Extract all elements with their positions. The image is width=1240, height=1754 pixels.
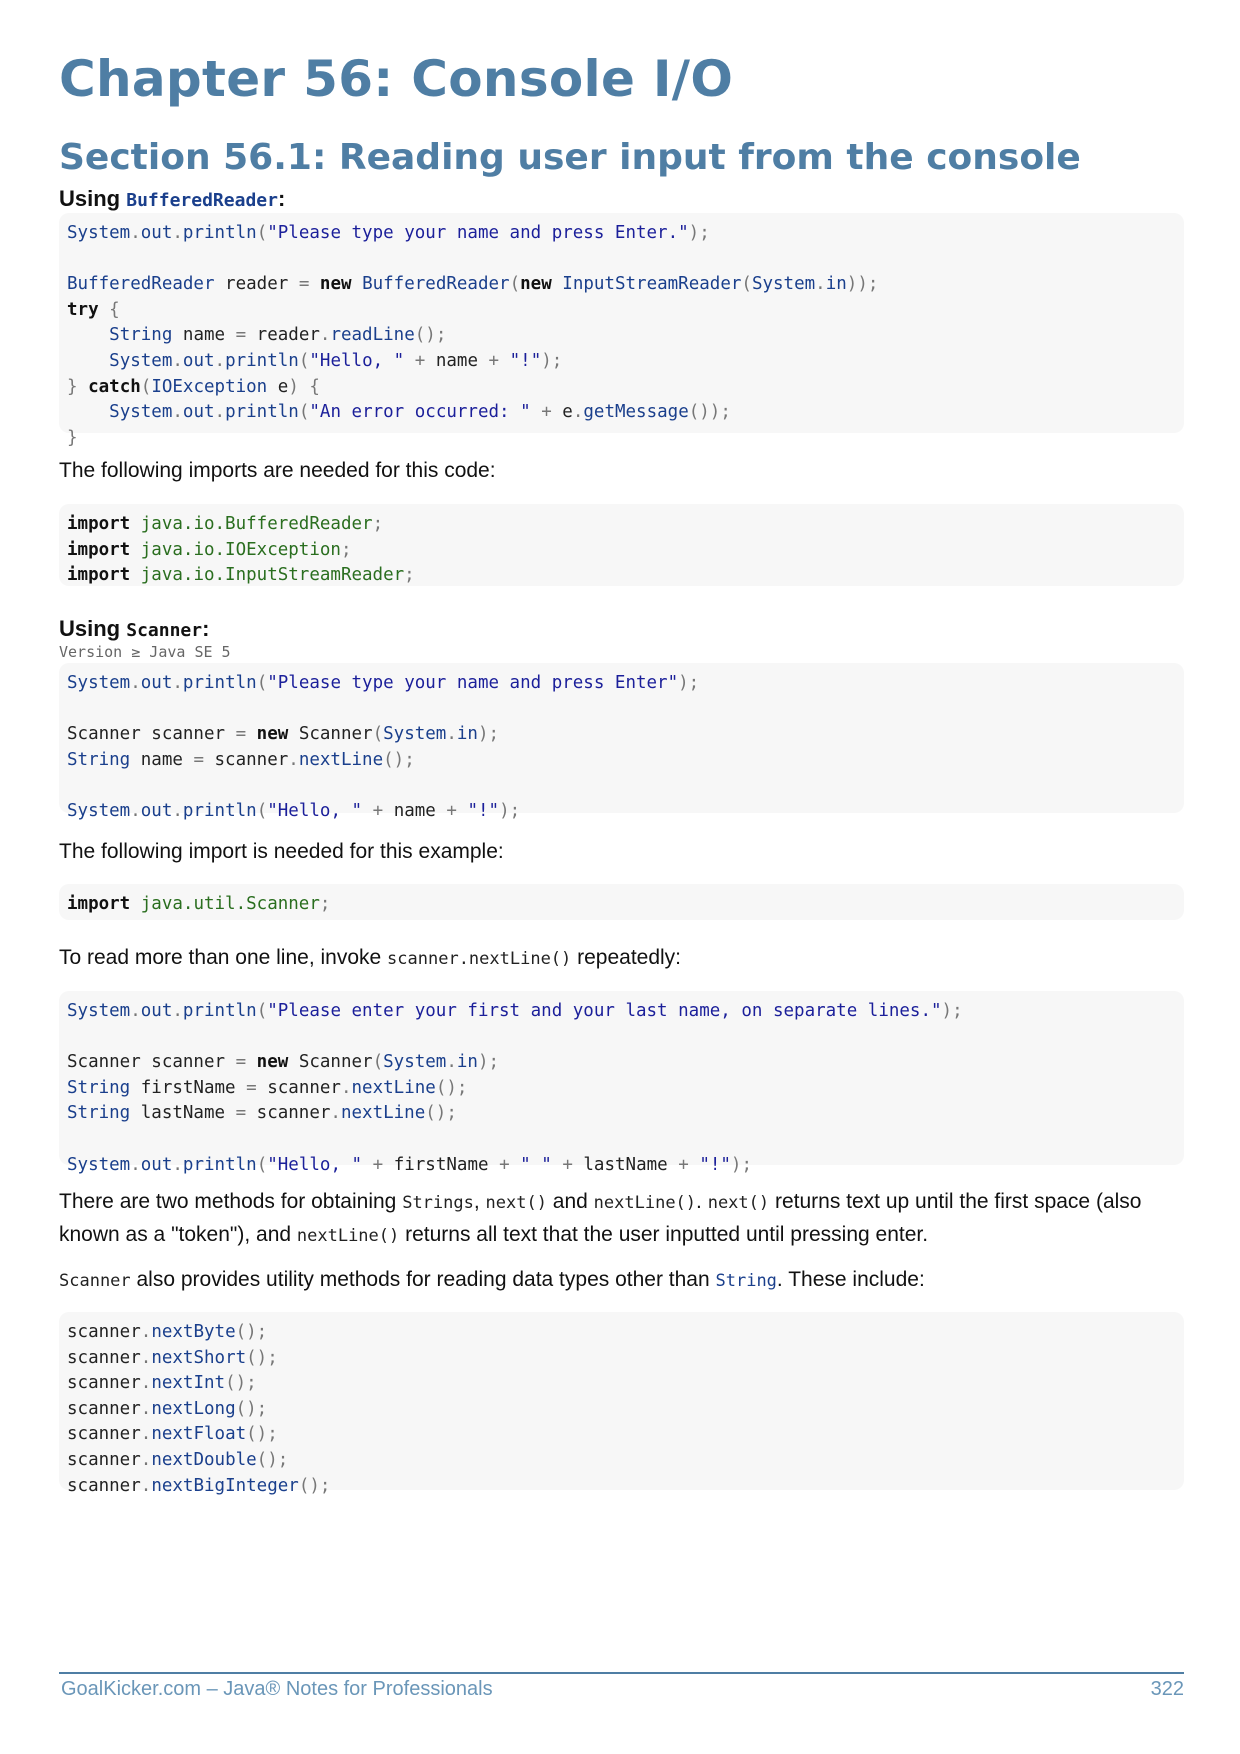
code-text: System.out.println("Please type your nam… — [67, 673, 700, 821]
inline-code: next() — [707, 1193, 770, 1213]
code-text: import java.io.BufferedReader; import ja… — [67, 514, 415, 586]
code-block-utility-methods: scanner.nextByte(); scanner.nextShort();… — [59, 1312, 1184, 1496]
code-text: import java.util.Scanner; — [67, 894, 331, 914]
paragraph-text: There are two methods for obtaining — [59, 1190, 403, 1213]
paragraph-utility-methods: Scanner also provides utility methods fo… — [59, 1264, 1184, 1297]
paragraph-text: and — [546, 1190, 594, 1213]
paragraph-text: returns all text that the user inputted … — [399, 1223, 929, 1246]
paragraph-text: To read more than one line, invoke — [59, 946, 388, 969]
inline-code: String — [715, 1271, 777, 1291]
paragraph-text: also provides utility methods for readin… — [130, 1268, 716, 1291]
code-block-bufferedreader: System.out.println("Please type your nam… — [59, 213, 1184, 448]
subheading-colon: : — [277, 186, 286, 211]
section-title: Section 56.1: Reading user input from th… — [59, 137, 1081, 178]
code-block-imports: import java.io.BufferedReader; import ja… — [59, 504, 1184, 586]
inline-code: nextLine() — [593, 1193, 697, 1213]
paragraph-next-methods: There are two methods for obtaining Stri… — [59, 1186, 1184, 1252]
code-block-scanner-import: import java.util.Scanner; — [59, 884, 1184, 920]
paragraph-text: repeatedly: — [571, 946, 682, 969]
inline-code: nextLine() — [296, 1226, 400, 1246]
subheading-scanner: Using Scanner: — [59, 616, 209, 642]
subheading-text: Using — [59, 616, 127, 641]
subheading-bufferedreader: Using BufferedReader: — [59, 186, 285, 212]
inline-code: Scanner — [59, 1271, 131, 1291]
code-block-two-lines: System.out.println("Please enter your fi… — [59, 991, 1184, 1175]
code-text: System.out.println("Please enter your fi… — [67, 1001, 963, 1175]
subheading-text: Using — [59, 186, 127, 211]
inline-code: next() — [485, 1193, 547, 1213]
chapter-title: Chapter 56: Console I/O — [59, 50, 734, 108]
footer-source: GoalKicker.com – Java® Notes for Profess… — [61, 1678, 493, 1700]
code-block-scanner: System.out.println("Please type your nam… — [59, 663, 1184, 821]
subheading-colon: : — [202, 616, 210, 641]
inline-code: scanner.nextLine() — [387, 949, 572, 969]
code-text: scanner.nextByte(); scanner.nextShort();… — [67, 1322, 331, 1496]
code-text: System.out.println("Please type your nam… — [67, 223, 879, 448]
paragraph-import-needed: The following import is needed for this … — [59, 840, 504, 863]
inline-code: Strings — [402, 1193, 474, 1213]
paragraph-multiple-lines: To read more than one line, invoke scann… — [59, 942, 1184, 975]
paragraph-text: , — [473, 1190, 486, 1213]
paragraph-text: . These include: — [776, 1268, 925, 1291]
inline-code: BufferedReader — [126, 190, 278, 211]
version-note: Version ≥ Java SE 5 — [59, 643, 231, 661]
footer-divider — [59, 1672, 1184, 1674]
inline-code: Scanner — [126, 620, 203, 641]
paragraph-text: . — [696, 1190, 708, 1213]
page-number: 322 — [1150, 1678, 1184, 1700]
paragraph-imports-needed: The following imports are needed for thi… — [59, 459, 496, 482]
